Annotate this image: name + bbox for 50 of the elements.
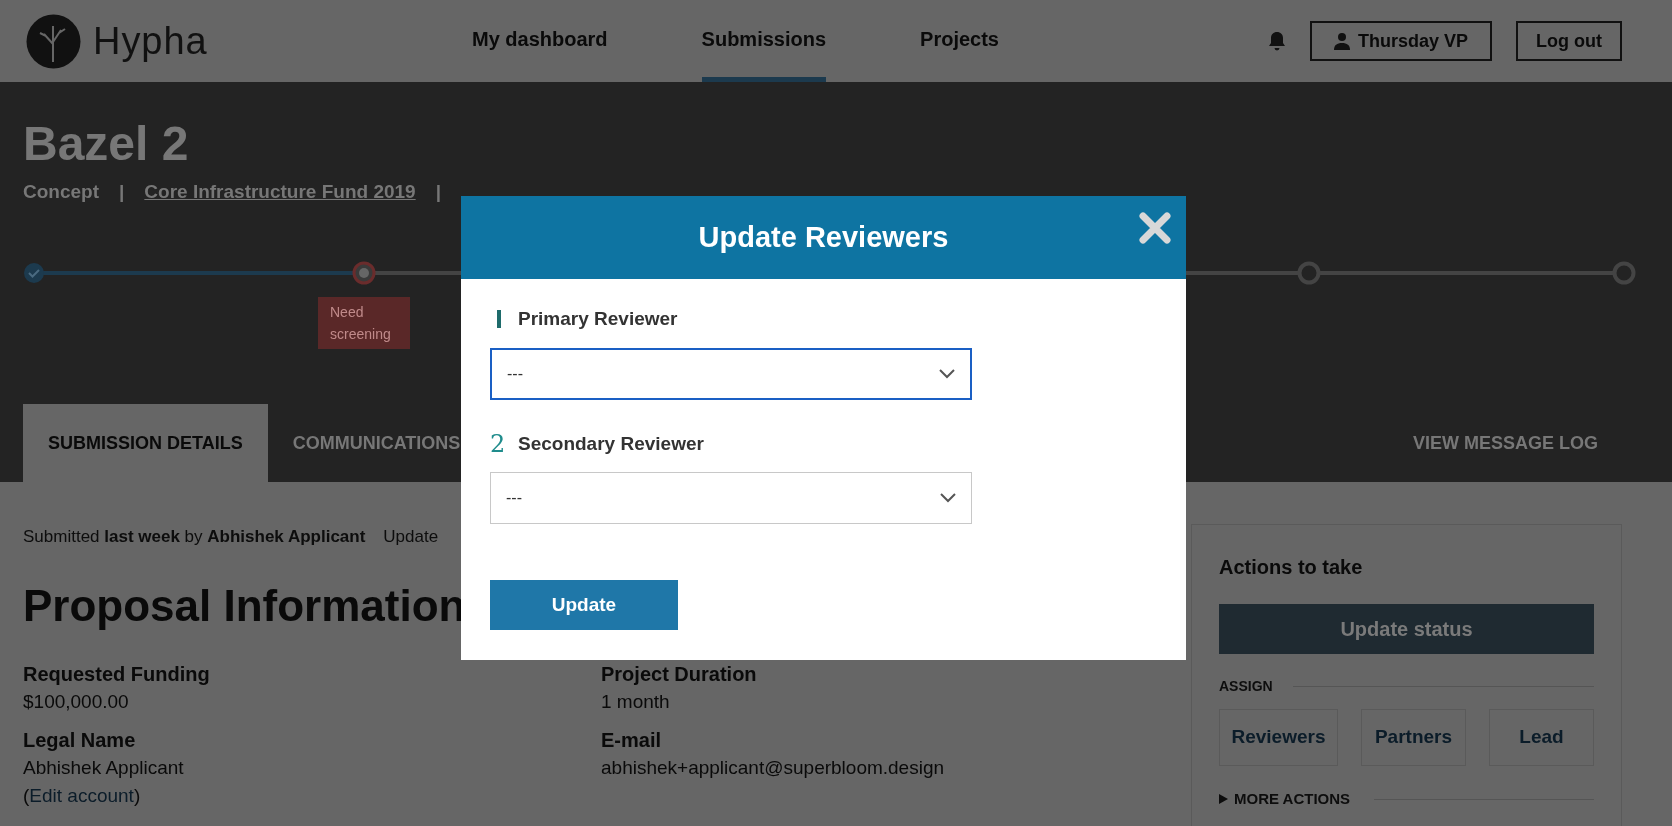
close-icon[interactable] — [1139, 212, 1171, 244]
bell-icon[interactable] — [1268, 31, 1286, 51]
user-button[interactable]: Thursday VP — [1310, 21, 1492, 61]
tree-logo-icon[interactable] — [26, 13, 81, 69]
section-title: Proposal Information — [23, 579, 466, 632]
nav-link[interactable]: Projects — [920, 0, 999, 82]
tab[interactable]: SUBMISSION DETAILS — [23, 404, 268, 482]
fund-link[interactable]: Core Infrastructure Fund 2019 — [144, 178, 416, 207]
field-label: Legal Name — [23, 727, 137, 753]
bar-icon — [497, 310, 501, 329]
separator: | — [118, 180, 126, 204]
field-value: Abhishek Applicant — [23, 755, 185, 780]
logo-text: Hypha — [93, 18, 208, 64]
chevron-down-icon — [940, 493, 956, 503]
update-button[interactable]: Update — [490, 580, 678, 630]
assign-button[interactable]: Lead — [1489, 709, 1594, 766]
submitted-text: Submitted last week by Abhishek Applicant — [23, 526, 366, 548]
actions-title: Actions to take — [1219, 555, 1364, 580]
tab[interactable]: COMMUNICATIONS — [267, 404, 486, 482]
message-log-link[interactable]: VIEW MESSAGE LOG — [1412, 404, 1598, 482]
field-label: Project Duration — [601, 661, 758, 687]
updated-text: Update — [383, 526, 439, 548]
assign-heading: ASSIGN — [1219, 677, 1273, 696]
field-label: Primary Reviewer — [518, 307, 678, 331]
user-icon — [1334, 32, 1350, 50]
reviewer-select[interactable]: --- — [490, 472, 972, 524]
nav-link[interactable]: My dashboard — [472, 0, 608, 82]
status-text: Concept — [23, 180, 99, 204]
logout-button[interactable]: Log out — [1516, 21, 1622, 61]
chevron-down-icon — [939, 368, 955, 379]
edit-account-link[interactable]: Edit account — [29, 784, 134, 806]
assign-button[interactable]: Reviewers — [1219, 709, 1338, 766]
triangle-icon — [1219, 794, 1228, 805]
paren: ( — [23, 784, 30, 806]
paren: ) — [133, 784, 141, 806]
field-label: E-mail — [601, 727, 663, 753]
submission-title: Bazel 2 — [23, 116, 190, 172]
assign-button[interactable]: Partners — [1361, 709, 1466, 766]
update-status-button[interactable]: Update status — [1219, 604, 1594, 654]
step-label: Need screening — [318, 296, 410, 349]
more-actions-toggle[interactable]: MORE ACTIONS — [1219, 788, 1351, 811]
separator: | — [434, 180, 442, 204]
modal-title: Update Reviewers — [698, 219, 949, 255]
field-label: Requested Funding — [23, 661, 211, 687]
field-value: $100,000.00 — [23, 689, 130, 714]
reviewer-select[interactable]: --- — [490, 347, 972, 400]
step-number: 2 — [490, 431, 507, 456]
field-value: abhishek+applicant@superbloom.design — [601, 755, 945, 780]
field-value: 1 month — [601, 689, 671, 714]
field-label: Secondary Reviewer — [518, 431, 704, 456]
